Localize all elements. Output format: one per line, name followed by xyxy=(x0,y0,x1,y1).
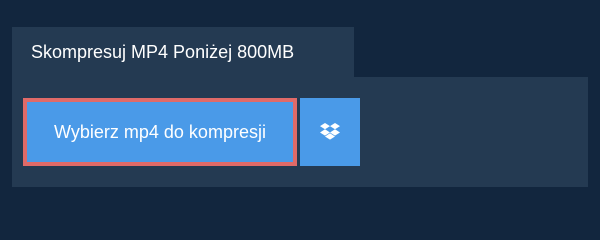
tab-title-text: Skompresuj MP4 Poniżej 800MB xyxy=(31,42,295,62)
choose-file-button-label: Wybierz mp4 do kompresji xyxy=(54,122,266,142)
page-tab-title: Skompresuj MP4 Poniżej 800MB xyxy=(12,27,354,77)
choose-file-button[interactable]: Wybierz mp4 do kompresji xyxy=(23,98,297,166)
dropbox-button[interactable] xyxy=(300,98,360,166)
dropbox-icon xyxy=(320,123,340,141)
